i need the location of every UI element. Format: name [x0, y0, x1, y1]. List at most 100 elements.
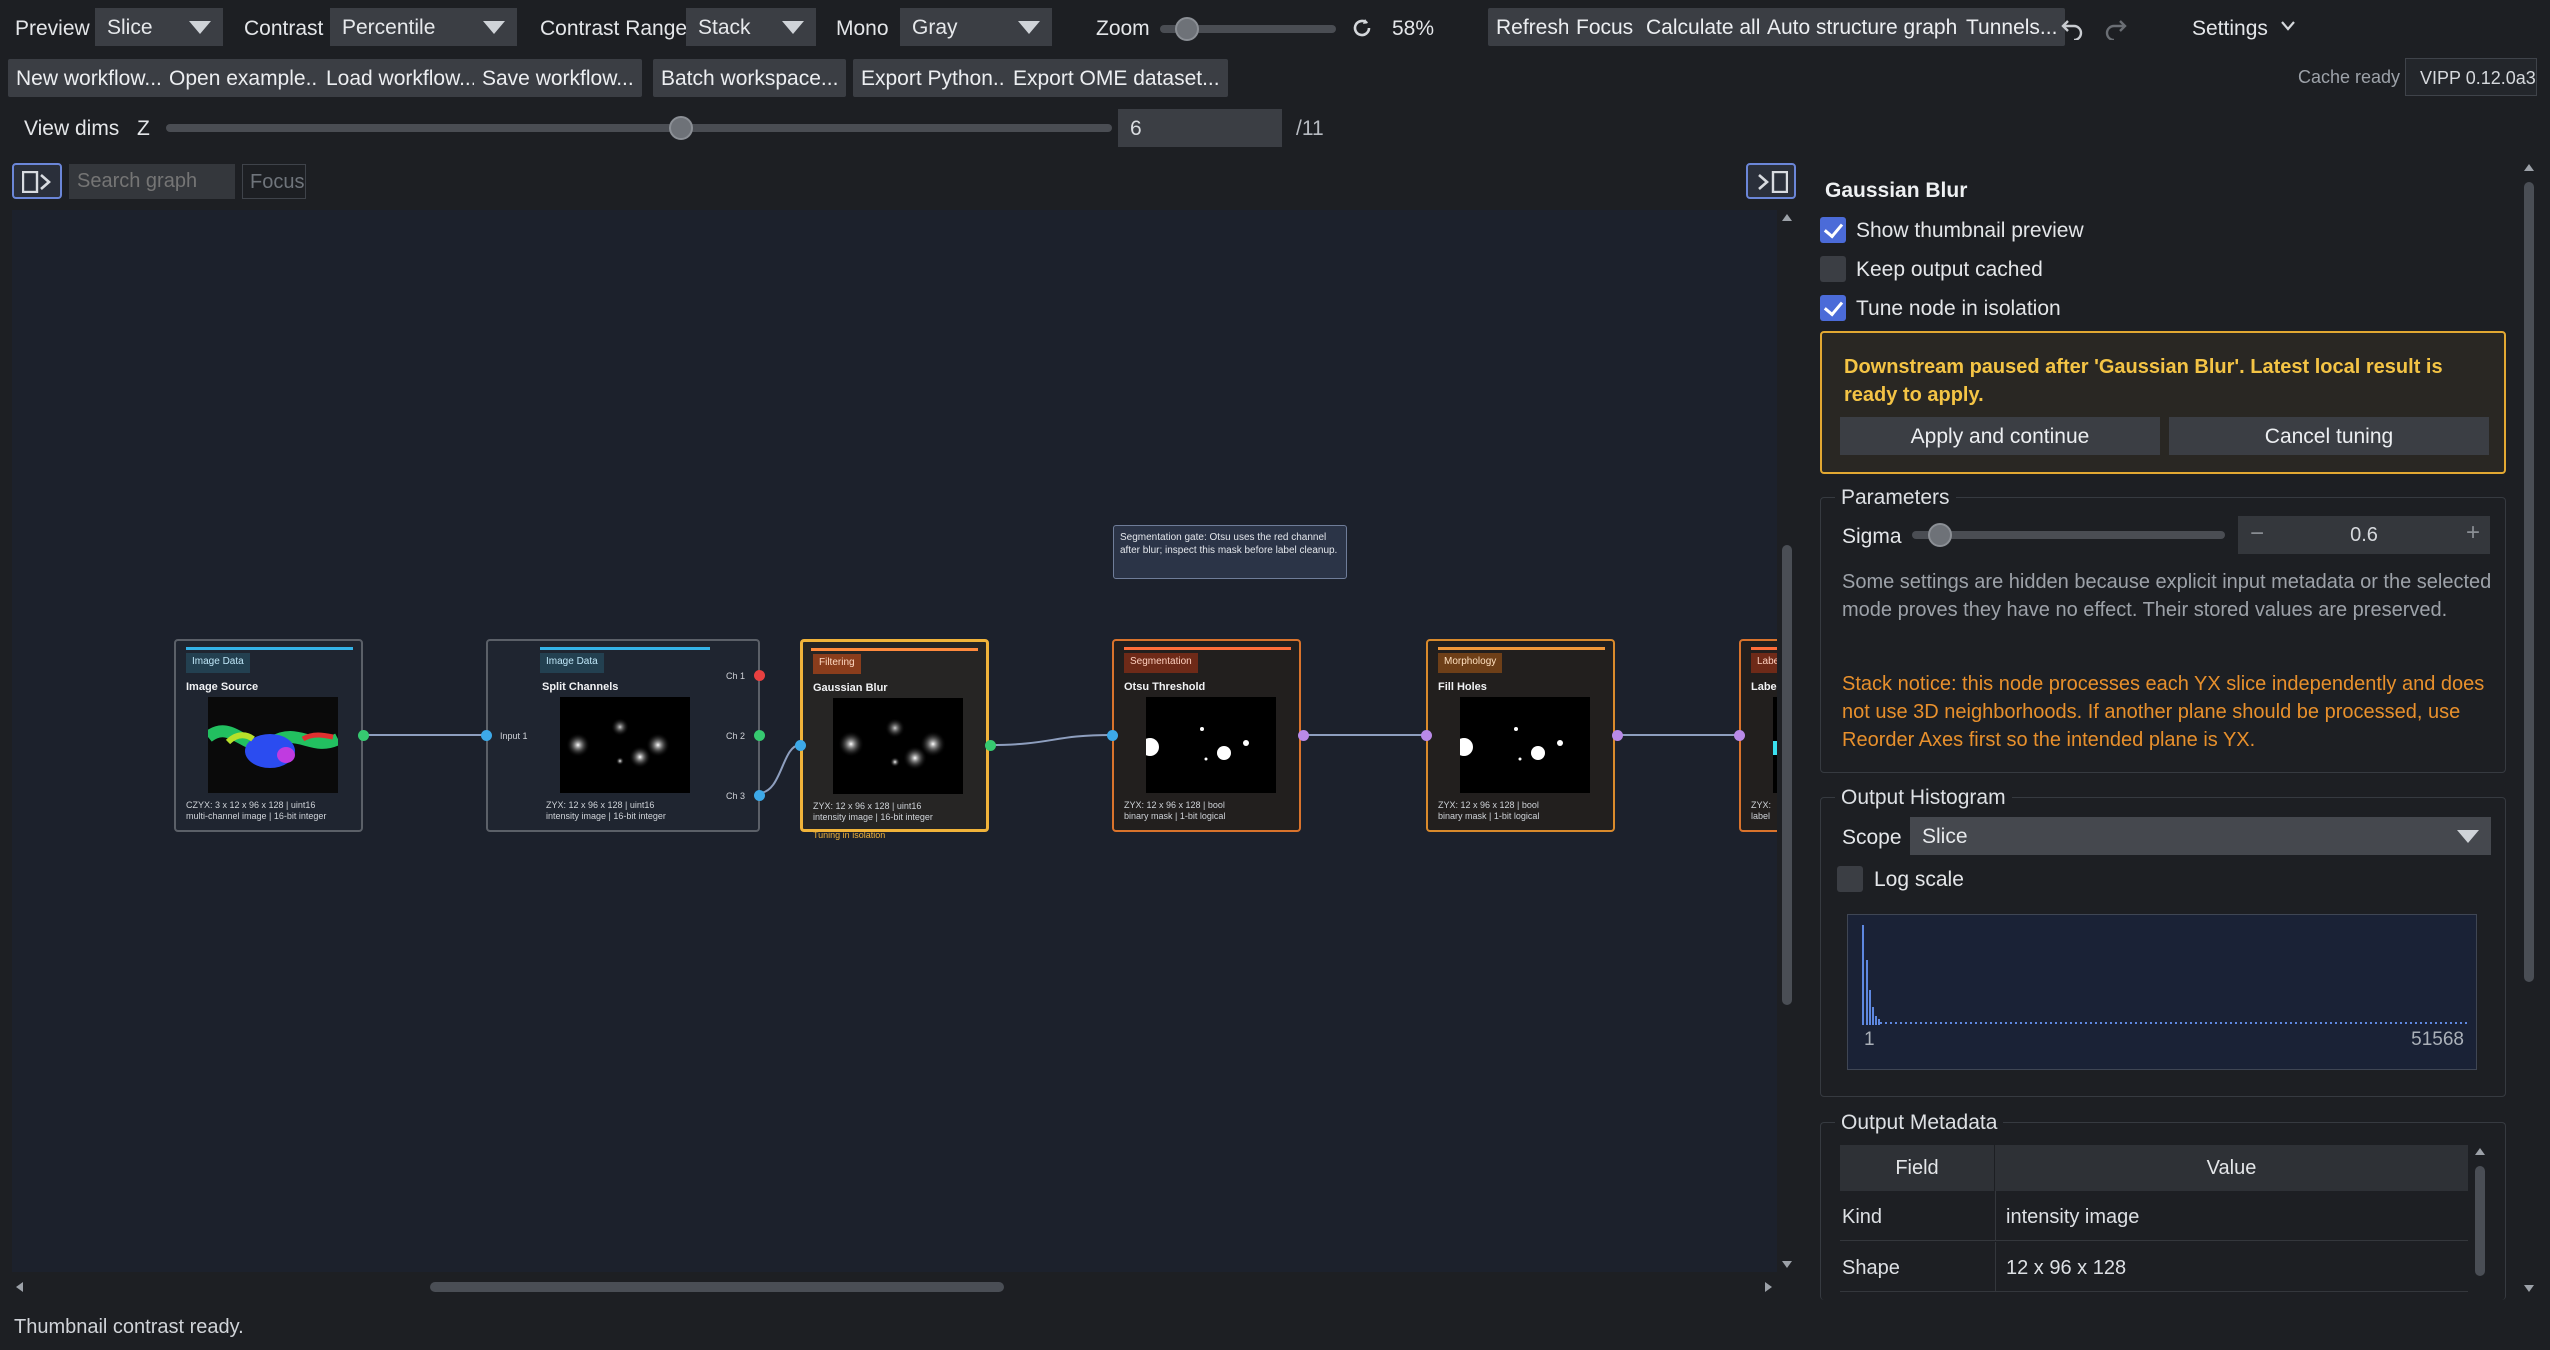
reset-zoom-icon[interactable] [1350, 16, 1374, 40]
input-port[interactable] [1734, 730, 1745, 741]
node-gaussian-blur[interactable]: Filtering Gaussian Blur ZYX: 12 x 96 x 1… [800, 639, 989, 840]
scroll-up-icon[interactable] [2523, 162, 2535, 172]
input-port[interactable] [1107, 730, 1118, 741]
table-row[interactable]: Shape 12 x 96 x 128 [1840, 1242, 2468, 1292]
show-thumbnail-checkbox[interactable] [1820, 217, 1846, 243]
scroll-down-icon[interactable] [1781, 1260, 1793, 1270]
scroll-left-icon[interactable] [14, 1281, 24, 1293]
metadata-scrollbar[interactable] [2472, 1144, 2488, 1296]
output-port[interactable] [1298, 730, 1309, 741]
contrast-select[interactable]: Percentile [330, 8, 517, 46]
scroll-up-icon[interactable] [1781, 212, 1793, 222]
apply-and-continue-button[interactable]: Apply and continue [1840, 417, 2160, 455]
scrollbar-thumb[interactable] [2524, 182, 2534, 982]
node-title: Image Source [186, 681, 259, 693]
output-port[interactable] [358, 730, 369, 741]
load-workflow-button[interactable]: Load workflow... [318, 59, 485, 97]
output-port[interactable] [1612, 730, 1623, 741]
keep-output-cached-label: Keep output cached [1856, 258, 2043, 281]
chevron-down-icon[interactable] [2280, 20, 2296, 32]
contrast-value: Percentile [342, 16, 436, 39]
auto-structure-graph-button[interactable]: Auto structure graph [1759, 8, 1966, 46]
output-port-green[interactable] [754, 730, 765, 741]
inspector-scrollbar[interactable] [2520, 160, 2538, 1300]
node-category: Label [1751, 653, 1777, 673]
node-fill-holes[interactable]: Morphology Fill Holes ZYX: 12 x 96 x 128… [1426, 639, 1615, 832]
meta-field: Kind [1842, 1206, 1883, 1228]
scope-select[interactable]: Slice [1910, 817, 2491, 855]
input-port[interactable] [795, 740, 806, 751]
node-thumbnail [208, 697, 338, 793]
value-column-header[interactable]: Value [1995, 1145, 2468, 1191]
node-thumbnail [833, 698, 963, 794]
output-port-blue[interactable] [754, 790, 765, 801]
open-example-button[interactable]: Open example... [161, 59, 332, 97]
z-slider[interactable] [166, 124, 1112, 132]
preview-select[interactable]: Slice [95, 8, 223, 46]
node-meta: ZYX: 12 x 96 x 128 | bool binary mask | 1… [1124, 800, 1226, 821]
input-port[interactable] [1421, 730, 1432, 741]
contrast-range-select[interactable]: Stack [686, 8, 816, 46]
node-image-source[interactable]: Image Data Image Source CZYX: 3 x 12 x 9… [174, 639, 363, 832]
scrollbar-thumb[interactable] [1782, 545, 1792, 1005]
graph-vertical-scrollbar[interactable] [1779, 210, 1795, 1272]
sigma-slider[interactable] [1912, 531, 2225, 539]
node-title: Fill Holes [1438, 681, 1487, 693]
node-otsu-threshold[interactable]: Segmentation Otsu Threshold ZYX: 12 x 96… [1112, 639, 1301, 832]
tune-in-isolation-checkbox[interactable] [1820, 295, 1846, 321]
export-ome-dataset-button[interactable]: Export OME dataset... [1005, 59, 1228, 97]
zoom-value: 58% [1392, 17, 1435, 40]
calculate-all-button[interactable]: Calculate all [1638, 8, 1769, 46]
node-category: Image Data [186, 653, 250, 673]
z-value-input[interactable]: 6 [1118, 109, 1282, 147]
field-column-header[interactable]: Field [1840, 1145, 1995, 1191]
node-thumbnail [1773, 697, 1777, 793]
scroll-right-icon[interactable] [1764, 1281, 1774, 1293]
stack-notice: Stack notice: this node processes each Y… [1842, 673, 2485, 751]
channel-port-label: Ch 2 [726, 731, 746, 741]
settings-menu[interactable]: Settings [2192, 17, 2268, 41]
export-python-button[interactable]: Export Python... [853, 59, 1019, 97]
increment-button[interactable]: + [2466, 519, 2480, 547]
sigma-spinbox[interactable]: − 0.6 + [2238, 516, 2490, 554]
undo-icon[interactable] [2060, 16, 2086, 40]
scrollbar-thumb[interactable] [430, 1282, 1004, 1292]
node-split-channels[interactable]: Image Data Split Channels ZYX: 12 x 96 x… [486, 639, 760, 832]
scrollbar-thumb[interactable] [2475, 1166, 2485, 1276]
graph-focus-button[interactable]: Focus [242, 164, 306, 199]
search-graph-input[interactable] [69, 164, 235, 199]
zoom-slider-handle[interactable] [1175, 17, 1199, 41]
tunnels-button[interactable]: Tunnels... [1958, 8, 2066, 46]
output-port[interactable] [985, 740, 996, 751]
mono-select[interactable]: Gray [900, 8, 1052, 46]
focus-button[interactable]: Focus [1568, 8, 1642, 46]
new-workflow-button[interactable]: New workflow... [8, 59, 170, 97]
scope-value: Slice [1922, 825, 1968, 848]
cancel-tuning-button[interactable]: Cancel tuning [2169, 417, 2489, 455]
input-port-label: Input 1 [500, 731, 528, 741]
z-slider-handle[interactable] [669, 116, 693, 140]
metadata-table: Field Value Kind intensity image Shape 1… [1840, 1145, 2468, 1297]
graph-canvas[interactable]: Segmentation gate: Otsu uses the red cha… [12, 210, 1777, 1272]
sigma-slider-handle[interactable] [1928, 523, 1952, 547]
output-port-red[interactable] [754, 670, 765, 681]
toggle-left-panel-button[interactable] [12, 163, 62, 199]
graph-horizontal-scrollbar[interactable] [12, 1279, 1777, 1295]
save-workflow-button[interactable]: Save workflow... [474, 59, 642, 97]
scroll-down-icon[interactable] [2523, 1284, 2535, 1294]
toggle-right-panel-button[interactable] [1746, 163, 1796, 199]
node-meta: ZYX: 12 x 96 x 128 | uint16 intensity ima… [546, 800, 666, 821]
batch-workspace-button[interactable]: Batch workspace... [653, 59, 847, 97]
log-scale-checkbox[interactable] [1837, 866, 1863, 892]
table-row[interactable]: Kind intensity image [1840, 1191, 2468, 1241]
contrast-label: Contrast [244, 17, 324, 40]
scroll-up-icon[interactable] [2474, 1146, 2486, 1156]
refresh-button[interactable]: Refresh [1488, 8, 1578, 46]
z-axis-label: Z [137, 117, 150, 140]
graph-annotation[interactable]: Segmentation gate: Otsu uses the red cha… [1113, 525, 1347, 579]
input-port[interactable] [481, 730, 492, 741]
node-thumbnail [1460, 697, 1590, 793]
redo-icon[interactable] [2102, 16, 2128, 40]
keep-output-cached-checkbox[interactable] [1820, 256, 1846, 282]
contrast-range-value: Stack [698, 16, 751, 39]
